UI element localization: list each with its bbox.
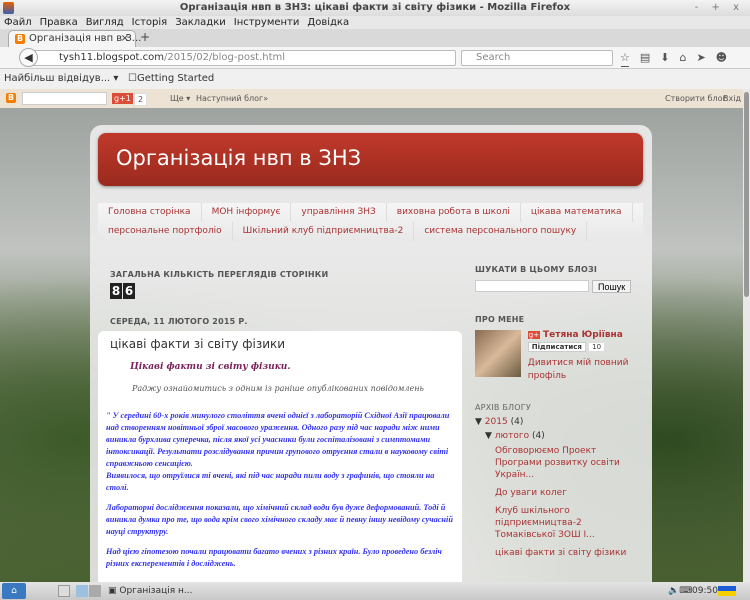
desktop-icon[interactable] — [58, 585, 70, 597]
page-tabs: Головна сторінка МОН інформує управління З… — [98, 203, 643, 241]
archive-post-link[interactable]: Обговорюємо Проект Програми розвитку осв… — [495, 445, 635, 481]
expand-arrow-icon[interactable]: ▼ — [475, 417, 482, 427]
tab-portfolio[interactable]: персональне портфоліо — [98, 222, 233, 241]
window-title: Організація нвп в ЗНЗ: цікаві факти зі с… — [179, 2, 571, 13]
tab-math[interactable]: цікава математика — [521, 203, 633, 222]
archive-post-link[interactable]: До уваги колег — [495, 487, 635, 499]
firefox-icon — [3, 2, 14, 14]
menu-view[interactable]: Вигляд — [86, 17, 124, 28]
menu-bookmarks[interactable]: Закладки — [175, 17, 226, 28]
page-content: Організація нвп в ЗНЗ Головна сторінка МО… — [0, 108, 743, 582]
menu-file[interactable]: Файл — [4, 17, 32, 28]
bookmarks-bar: Найбільш відвідув... ▾ ☐Getting Started — [0, 69, 750, 89]
follow-button[interactable]: Підписатися — [527, 342, 586, 352]
year-count: (4) — [510, 417, 524, 427]
menu-bar: Файл Правка Вигляд Історія Закладки Інструмен… — [0, 16, 750, 29]
taskbar-firefox[interactable]: ▣ Організація н... — [108, 582, 192, 600]
profile-photo[interactable] — [475, 330, 521, 377]
counter-digit: 6 — [123, 283, 135, 299]
taskbar-window-label: Організація н... — [119, 586, 193, 596]
archive-heading: АРХІВ БЛОГУ — [475, 403, 531, 412]
blogger-logo-icon[interactable]: B — [6, 93, 16, 103]
profile-name[interactable]: Тетяна Юріївна — [543, 330, 623, 340]
url-host: tysh11.blogspot.com — [59, 52, 165, 63]
gplus-button[interactable]: g+1 — [112, 93, 133, 104]
tab-education[interactable]: виховна робота в школі — [387, 203, 521, 222]
post-intro: Раджу ознайомитись з одним із раніше опу… — [132, 384, 424, 393]
blogger-icon: B — [15, 34, 25, 44]
bookmark-getting-started[interactable]: Getting Started — [137, 73, 214, 84]
keyboard-layout-flag-icon[interactable] — [718, 586, 736, 596]
menu-tools[interactable]: Інструменти — [234, 17, 300, 28]
menu-help[interactable]: Довідка — [307, 17, 349, 28]
post-subtitle: Цікаві факти зі світу фізики. — [130, 362, 291, 372]
clock: 09:50 — [692, 586, 718, 596]
tab-management[interactable]: управління ЗНЗ — [291, 203, 387, 222]
taskbar: ⌂ ▣ Організація н... 🔈⌨ 09:50 — [0, 582, 750, 600]
view-counter: 86 — [110, 283, 135, 299]
title-bar: Організація нвп в ЗНЗ: цікаві факти зі с… — [0, 0, 750, 16]
url-path: /2015/02/blog-post.html — [164, 52, 286, 63]
blogger-navbar: B g+1 2 Ще ▾ Наступний блог» Створити бл… — [0, 89, 743, 108]
sidebar-search-input[interactable] — [475, 280, 589, 292]
tab-mon[interactable]: МОН інформує — [202, 203, 292, 222]
blog-title[interactable]: Організація нвп в ЗНЗ — [98, 133, 643, 186]
post-title[interactable]: цікаві факти зі світу фізики — [110, 337, 454, 351]
next-blog-link[interactable]: Наступний блог» — [196, 89, 268, 108]
tab-home[interactable]: Головна сторінка — [98, 203, 202, 222]
search-input[interactable]: Search — [461, 50, 613, 66]
expand-arrow-icon[interactable]: ▼ — [485, 431, 492, 441]
counter-digit: 8 — [110, 283, 122, 299]
menu-edit[interactable]: Правка — [40, 17, 78, 28]
tray-icons[interactable]: 🔈⌨ — [668, 582, 692, 600]
tab-close-icon[interactable]: × — [121, 31, 129, 46]
blog-search-input[interactable] — [22, 92, 107, 105]
more-menu[interactable]: Ще ▾ — [170, 89, 190, 108]
archive-year[interactable]: 2015 — [485, 417, 508, 427]
archive-post-link[interactable]: цікаві факти зі світу фізики — [495, 547, 635, 559]
create-blog-link[interactable]: Створити блог — [665, 89, 727, 108]
post-paragraph: Виявилося, що отруїлися ті вчені, які пі… — [106, 471, 435, 492]
gplus-count: 2 — [134, 93, 148, 106]
scrollbar[interactable] — [743, 89, 750, 582]
profile-link[interactable]: Дивитися мій повний профіль — [528, 357, 635, 383]
sign-in-link[interactable]: Вхід — [723, 89, 741, 108]
about-heading: ПРО МЕНЕ — [475, 315, 525, 324]
views-heading: ЗАГАЛЬНА КІЛЬКІСТЬ ПЕРЕГЛЯДІВ СТОРІНКИ — [110, 270, 329, 279]
followers-count: 10 — [588, 342, 606, 352]
sidebar: ШУКАТИ В ЦЬОМУ БЛОЗІ Пошук ПРО МЕНЕ g+ Т… — [475, 265, 635, 559]
tab-bar: B Організація нвп в З... × — [0, 29, 750, 47]
new-tab-button[interactable]: + — [140, 30, 150, 44]
month-count: (4) — [531, 431, 545, 441]
post-date: СЕРЕДА, 11 ЛЮТОГО 2015 Р. — [110, 317, 248, 326]
archive-post-link[interactable]: Клуб шкільного підприємництва-2 Томаківс… — [495, 505, 635, 541]
start-menu-icon[interactable]: ⌂ — [2, 583, 26, 599]
workspace-1[interactable] — [76, 585, 88, 597]
blog-wrapper: Організація нвп в ЗНЗ Головна сторінка МО… — [90, 125, 652, 582]
tab-active[interactable]: B Організація нвп в З... × — [8, 30, 141, 47]
tab-club[interactable]: Шкільний клуб підприємництва-2 — [233, 222, 415, 241]
workspace-2[interactable] — [89, 585, 101, 597]
post-paragraph: Лабораторні дослідження показали, що хім… — [106, 503, 453, 536]
blog-post: цікаві факти зі світу фізики Цікаві факт… — [98, 331, 462, 582]
archive-month[interactable]: лютого — [495, 431, 529, 441]
tab-search-system[interactable]: система персонального пошуку — [414, 222, 588, 241]
window-controls[interactable]: - + x — [695, 0, 744, 16]
gplus-icon: g+ — [527, 331, 541, 339]
menu-history[interactable]: Історія — [132, 17, 168, 28]
search-heading: ШУКАТИ В ЦЬОМУ БЛОЗІ — [475, 265, 598, 274]
bookmark-most-visited[interactable]: Найбільш відвідув... ▾ — [4, 73, 118, 84]
url-bar[interactable]: tysh11.blogspot.com/2015/02/blog-post.ht… — [26, 50, 456, 66]
back-button[interactable]: ◀ — [19, 48, 38, 67]
post-paragraph: Над цією гіпотезою почали працювати бага… — [106, 547, 442, 568]
sidebar-search-button[interactable]: Пошук — [592, 280, 632, 293]
post-paragraph: " У середині 60-х років минулого столітт… — [106, 411, 450, 468]
